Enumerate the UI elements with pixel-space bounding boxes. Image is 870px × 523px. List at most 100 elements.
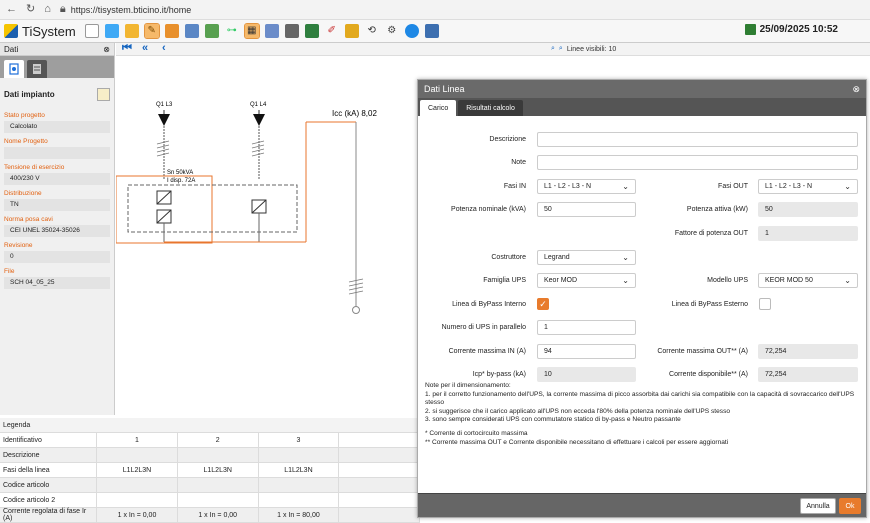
note-label: Note (511, 159, 526, 166)
table-cell[interactable]: 1 x In = 0,00 (97, 508, 178, 522)
new-file-icon[interactable] (84, 24, 99, 38)
table-cell[interactable]: 3 (259, 433, 340, 447)
famiglia-ups-label: Famiglia UPS (483, 277, 526, 284)
table-cell[interactable] (178, 493, 259, 507)
history-icon[interactable]: ⟲ (365, 24, 379, 38)
info-icon[interactable] (404, 24, 419, 38)
dialog-close-icon[interactable]: ⊗ (852, 84, 860, 95)
tab-carico[interactable]: Carico (420, 100, 457, 116)
bypass-interno-checkbox[interactable]: ✓ (537, 298, 549, 310)
breaker-l4-symbol (253, 114, 265, 126)
diagram-icon[interactable]: ▦ (243, 23, 260, 39)
tab-list[interactable] (27, 60, 47, 78)
table-cell[interactable] (339, 448, 421, 462)
open-folder-icon[interactable] (124, 24, 139, 38)
table-cell[interactable]: 1 x In = 0,00 (178, 508, 259, 522)
fast-back-icon[interactable]: « (142, 42, 148, 54)
dimensioning-notes: Note per il dimensionamento: 1. per il c… (425, 382, 865, 447)
note-field[interactable] (537, 155, 858, 170)
edit-pen-icon[interactable]: ✎ (143, 23, 160, 39)
back-arrow-icon[interactable]: ‹ (162, 42, 166, 54)
table-cell[interactable]: 1 (97, 433, 178, 447)
modello-ups-value: KEOR MOD 50 (765, 277, 813, 284)
left-panel-header: Dati ⊗ (0, 43, 114, 56)
pencil-red-icon[interactable]: ✐ (325, 24, 339, 38)
section-title: Dati impianto (4, 90, 55, 99)
potenza-attiva-field: 50 (758, 202, 858, 217)
print-icon[interactable] (184, 24, 199, 38)
field-nome-progetto: Nome Progetto (0, 138, 114, 159)
bypass-esterno-checkbox[interactable] (759, 298, 771, 310)
table-cell[interactable] (339, 433, 421, 447)
field-distribuzione: Distribuzione TN (0, 190, 114, 211)
app-toolbar: TiSystem ✎ ⊶ ▦ ✐ ⟲ ⚙ 25/09/2025 10:52 (0, 20, 870, 43)
corrente-disponibile-label: Corrente disponibile** (A) (669, 371, 748, 378)
tab-risultati-calcolo[interactable]: Risultati calcolo (458, 100, 523, 116)
left-panel-title: Dati (4, 44, 19, 54)
edit-sheet-icon[interactable] (97, 88, 110, 101)
table-cell[interactable] (259, 478, 340, 492)
numero-ups-field[interactable]: 1 (537, 320, 636, 335)
first-page-icon[interactable]: ⏮ (122, 42, 132, 55)
famiglia-ups-select[interactable]: Keor MOD ⌄ (537, 273, 636, 288)
checklist-icon[interactable] (304, 24, 319, 38)
table-cell[interactable] (339, 493, 421, 507)
single-line-diagram[interactable]: Q1 L3 Q1 L4 Icc (kA) 8,02 Sn 50kVA I dis… (116, 57, 418, 412)
fasi-out-value: L1 - L2 - L3 - N (765, 183, 813, 190)
table-cell[interactable]: L1L2L3N (97, 463, 178, 477)
report-icon[interactable] (264, 24, 279, 38)
save-icon[interactable] (744, 24, 756, 35)
table-cell[interactable] (339, 508, 421, 522)
costruttore-select[interactable]: Legrand ⌄ (537, 250, 636, 265)
table-cell[interactable] (259, 448, 340, 462)
table-cell[interactable]: 2 (178, 433, 259, 447)
dialog-header: Dati Linea ⊗ (418, 80, 866, 98)
corrente-out-label: Corrente massima OUT** (A) (657, 348, 748, 355)
cloud-icon[interactable] (104, 24, 119, 38)
datetime-text: 25/09/2025 10:52 (759, 24, 838, 35)
modello-ups-select[interactable]: KEOR MOD 50 ⌄ (758, 273, 858, 288)
field-value: TN (4, 199, 110, 211)
table-cell[interactable] (97, 493, 178, 507)
switch-icon[interactable]: ⊶ (225, 24, 239, 38)
back-icon[interactable]: ← (6, 4, 17, 15)
zoom-icon[interactable]: ⌕ (551, 45, 555, 53)
table-cell[interactable]: L1L2L3N (259, 463, 340, 477)
table-cell[interactable] (178, 478, 259, 492)
lock-tool-icon[interactable] (344, 24, 359, 38)
address-bar[interactable]: 🔒︎ https://tisystem.bticino.it/home (60, 4, 191, 15)
field-label: Tensione di esercizio (4, 164, 65, 171)
table-cell[interactable]: L1L2L3N (178, 463, 259, 477)
panel-icon[interactable] (284, 24, 299, 38)
table-cell[interactable]: 1 x In = 80,00 (259, 508, 340, 522)
settings-gear-icon[interactable]: ⚙ (385, 24, 399, 38)
table-cell[interactable] (178, 448, 259, 462)
browser-toolbar: ← ↻ ⌂ 🔒︎ https://tisystem.bticino.it/hom… (0, 0, 870, 20)
export-icon[interactable] (424, 24, 439, 38)
table-cell[interactable] (97, 448, 178, 462)
cancel-button[interactable]: Annulla (800, 498, 836, 514)
potenza-nominale-field[interactable]: 50 (537, 202, 636, 217)
fasi-out-select[interactable]: L1 - L2 - L3 - N ⌄ (758, 179, 858, 194)
field-label: File (4, 268, 15, 275)
descrizione-field[interactable] (537, 132, 858, 147)
q1-l3-label: Q1 L3 (156, 102, 173, 108)
tab-data[interactable] (4, 60, 24, 78)
breaker-l3-symbol (158, 114, 170, 126)
fasi-in-select[interactable]: L1 - L2 - L3 - N ⌄ (537, 179, 636, 194)
panel-close-icon[interactable]: ⊗ (103, 45, 110, 54)
ok-button[interactable]: Ok (839, 498, 861, 514)
legend-table: Legenda Identificativo 1 2 3 Descrizione… (0, 418, 421, 523)
table-row: Codice articolo 2 (0, 493, 421, 508)
network-icon[interactable] (204, 24, 219, 38)
table-cell[interactable] (339, 463, 421, 477)
home-icon[interactable]: ⌂ (44, 4, 51, 15)
cable-hatch (251, 140, 265, 157)
wand-icon[interactable] (164, 24, 179, 38)
lock-icon: 🔒︎ (59, 3, 66, 15)
zoom-fit-icon[interactable]: ⌕ (559, 45, 563, 53)
table-cell[interactable] (339, 478, 421, 492)
table-cell[interactable] (259, 493, 340, 507)
table-cell[interactable] (97, 478, 178, 492)
reload-icon[interactable]: ↻ (26, 4, 35, 15)
